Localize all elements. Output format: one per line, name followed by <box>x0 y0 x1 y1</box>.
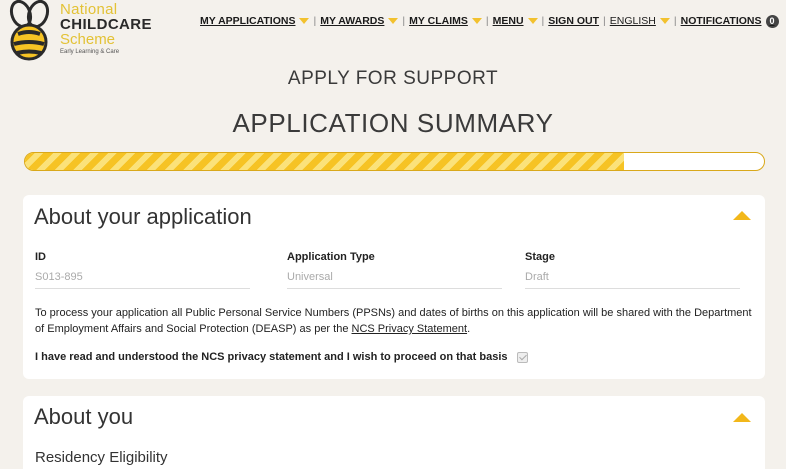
nav-my-awards-label: MY AWARDS <box>320 15 385 27</box>
nav-language-label: ENGLISH <box>609 15 656 27</box>
nav-my-claims-label: MY CLAIMS <box>409 15 468 27</box>
chevron-down-icon <box>388 18 399 24</box>
ncs-logo[interactable]: National CHILDCARE Scheme Early Learning… <box>6 0 152 64</box>
field-label: Stage <box>525 251 555 263</box>
about-application-title: About your application <box>34 204 252 229</box>
nav-menu-label: MENU <box>492 15 524 27</box>
logo-tagline: Early Learning & Care <box>60 49 120 55</box>
bee-icon <box>9 0 50 61</box>
consent-label: I have read and understood the NCS priva… <box>35 351 508 363</box>
chevron-down-icon <box>659 18 670 24</box>
logo-wordmark: National CHILDCARE Scheme Early Learning… <box>60 2 152 55</box>
privacy-notice: To process your application all Public P… <box>35 305 755 337</box>
consent-checkbox[interactable] <box>516 351 528 363</box>
nav-separator: | <box>673 15 677 27</box>
nav-my-awards[interactable]: MY AWARDS <box>320 15 399 27</box>
nav-my-applications[interactable]: MY APPLICATIONS <box>200 15 310 27</box>
application-stage-field: Stage Draft <box>525 251 740 289</box>
collapse-chevron-up-icon[interactable] <box>733 413 751 422</box>
privacy-statement-link[interactable]: NCS Privacy Statement <box>352 323 468 335</box>
application-id-field: ID S013-895 <box>35 251 250 289</box>
field-value: S013-895 <box>35 271 250 289</box>
page-heading: APPLY FOR SUPPORT <box>287 68 499 89</box>
nav-separator: | <box>603 15 606 27</box>
progress-bar-fill <box>25 153 624 170</box>
nav-separator: | <box>485 15 489 27</box>
nav-notifications[interactable]: NOTIFICATIONS 0 <box>680 14 779 28</box>
nav-menu[interactable]: MENU <box>493 15 538 27</box>
nav-separator: | <box>541 15 545 27</box>
about-you-card: About you Residency Eligibility <box>23 396 765 469</box>
logo-national: National <box>60 1 118 18</box>
nav-separator: | <box>402 15 406 27</box>
nav-my-claims[interactable]: MY CLAIMS <box>409 15 482 27</box>
field-value: Draft <box>525 271 740 289</box>
nav-sign-out[interactable]: SIGN OUT <box>548 15 599 27</box>
nav-language[interactable]: ENGLISH <box>610 15 670 27</box>
field-label: ID <box>35 251 46 263</box>
application-type-field: Application Type Universal <box>287 251 502 289</box>
residency-eligibility-heading: Residency Eligibility <box>35 449 168 466</box>
field-label: Application Type <box>287 251 375 263</box>
chevron-down-icon <box>299 18 310 24</box>
nav-my-applications-label: MY APPLICATIONS <box>200 15 296 27</box>
nav-notifications-label: NOTIFICATIONS <box>680 15 762 27</box>
about-application-card: About your application ID S013-895 Appli… <box>23 195 765 379</box>
chevron-down-icon <box>471 18 482 24</box>
collapse-chevron-up-icon[interactable] <box>733 211 751 220</box>
field-value: Universal <box>287 271 502 289</box>
logo-scheme: Scheme <box>60 31 116 48</box>
top-navigation: MY APPLICATIONS | MY AWARDS | MY CLAIMS … <box>200 13 780 29</box>
application-progress-bar <box>24 152 765 171</box>
nav-separator: | <box>313 15 317 27</box>
page-subheading: APPLICATION SUMMARY <box>232 108 554 138</box>
privacy-consent: I have read and understood the NCS priva… <box>35 351 528 363</box>
notifications-count-badge: 0 <box>765 14 779 28</box>
about-you-title: About you <box>34 404 134 429</box>
privacy-text-end: . <box>467 323 471 335</box>
chevron-down-icon <box>527 18 538 24</box>
logo-childcare: CHILDCARE <box>60 16 152 33</box>
header: National CHILDCARE Scheme Early Learning… <box>0 0 786 66</box>
